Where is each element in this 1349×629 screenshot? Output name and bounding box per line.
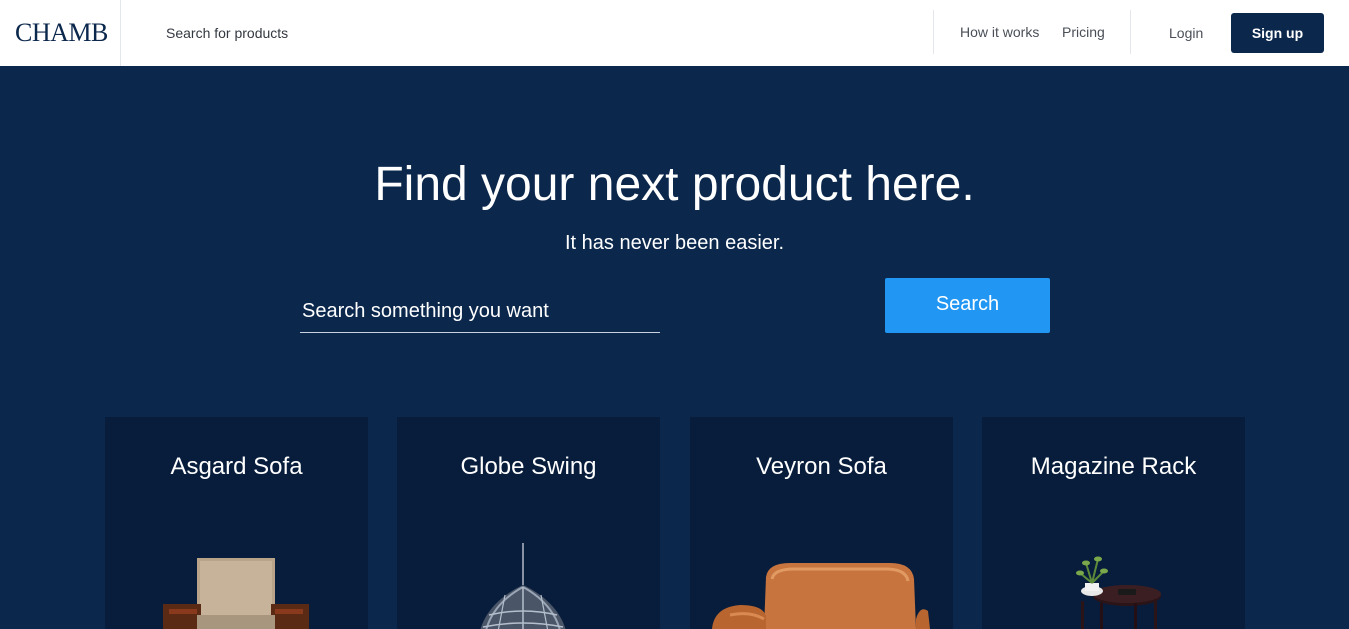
login-link[interactable]: Login — [1169, 25, 1203, 41]
logo-container[interactable]: CHAMB — [0, 0, 121, 66]
nav-divider — [933, 10, 934, 54]
product-card[interactable]: Magazine Rack — [982, 417, 1245, 629]
top-navbar: CHAMB Search for products How it works P… — [0, 0, 1349, 66]
search-button[interactable]: Search — [885, 278, 1050, 333]
nav-link-pricing[interactable]: Pricing — [1062, 24, 1105, 40]
leather-armchair-image — [712, 563, 930, 629]
product-title: Magazine Rack — [1030, 453, 1197, 480]
hero-title: Find your next product here. — [374, 158, 975, 211]
product-card[interactable]: Asgard Sofa — [105, 417, 368, 629]
brand-logo[interactable]: CHAMB — [15, 18, 108, 48]
product-title: Asgard Sofa — [170, 453, 303, 480]
signup-button[interactable]: Sign up — [1231, 13, 1324, 53]
product-title: Globe Swing — [460, 453, 597, 480]
armchair-image — [163, 558, 309, 629]
hanging-swing-chair-image — [480, 543, 566, 629]
header-search-input[interactable]: Search for products — [166, 25, 288, 41]
side-table-with-plant-image — [1076, 556, 1161, 629]
hero-subtitle: It has never been easier. — [564, 232, 785, 254]
product-card[interactable]: Globe Swing — [397, 417, 660, 629]
nav-divider — [1130, 10, 1131, 54]
product-title: Veyron Sofa — [756, 453, 887, 480]
product-card[interactable]: Veyron Sofa — [690, 417, 953, 629]
nav-link-how-it-works[interactable]: How it works — [960, 24, 1039, 40]
hero-search-input[interactable] — [300, 290, 660, 333]
